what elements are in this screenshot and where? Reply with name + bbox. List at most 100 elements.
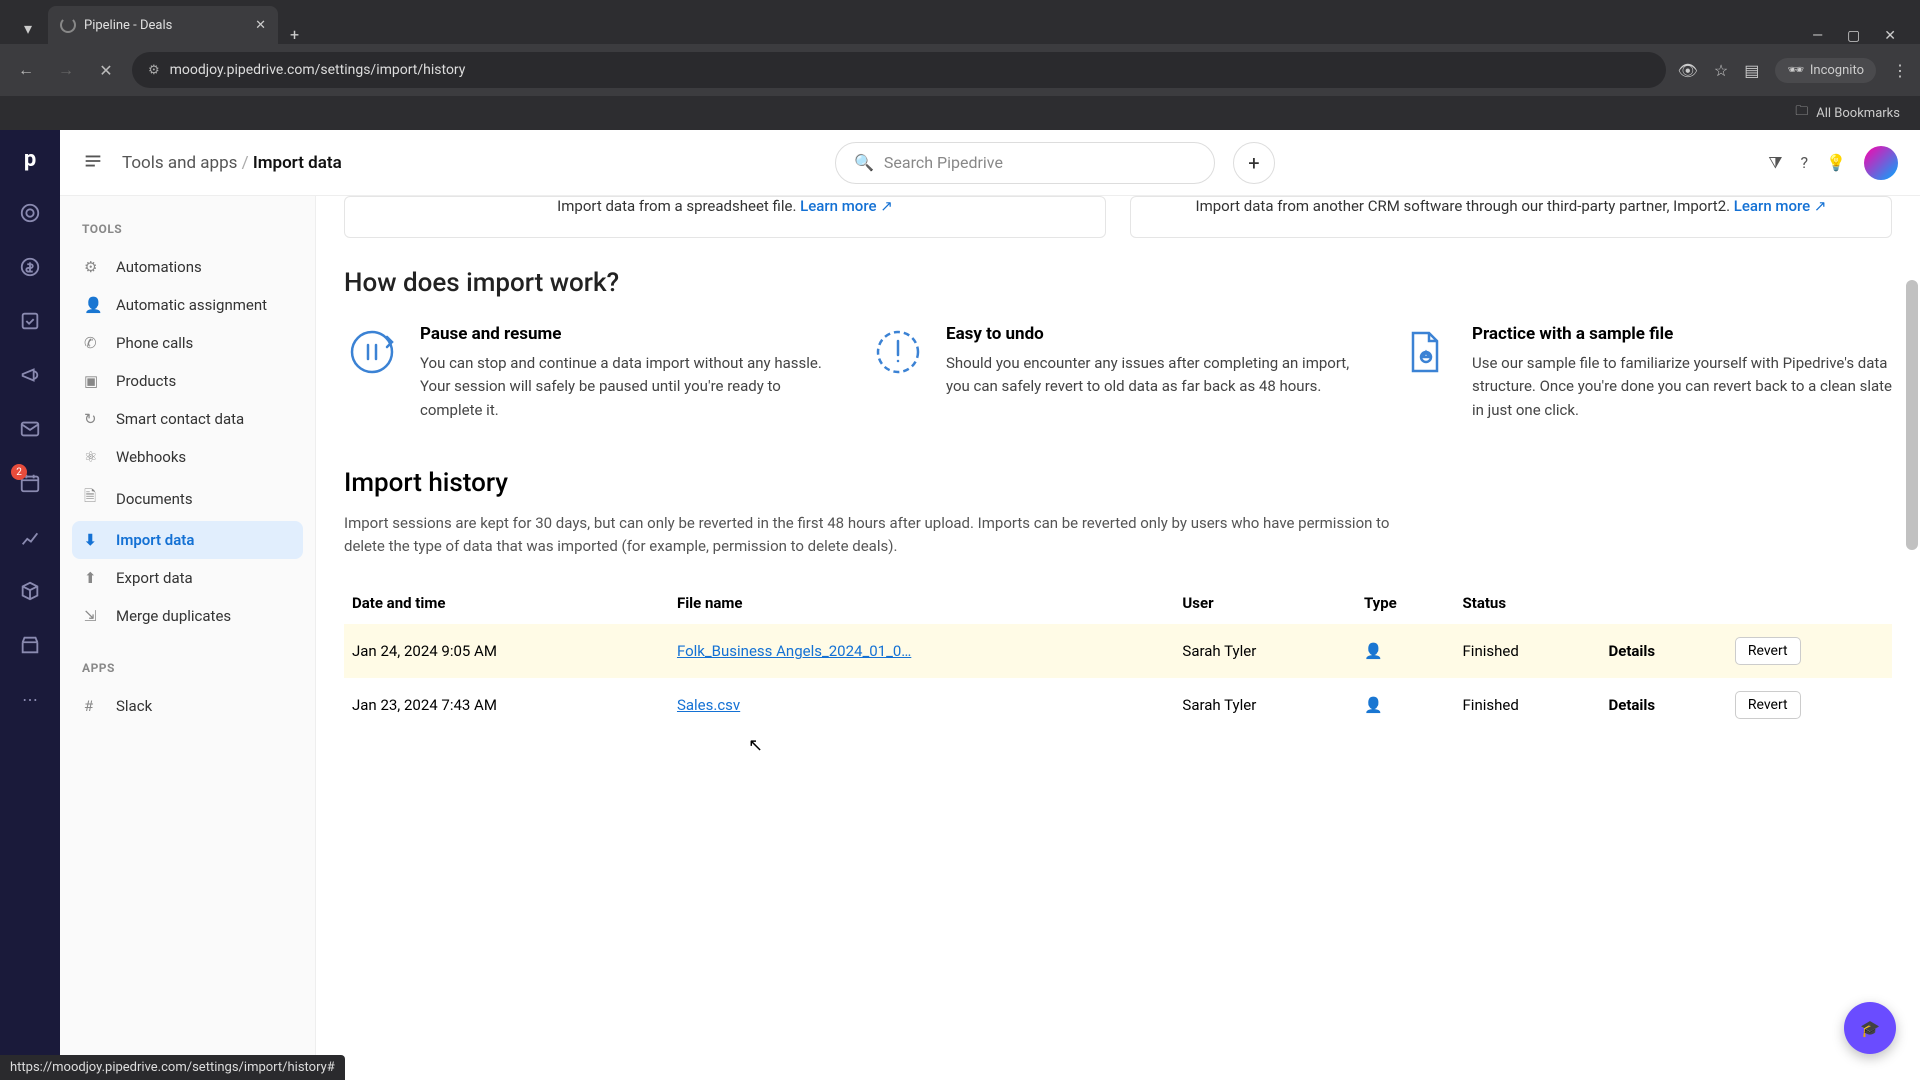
rail-dollar-icon[interactable] [15, 252, 45, 282]
extensions-icon[interactable]: ⧩ [1768, 153, 1782, 173]
refresh-icon: ↻ [84, 410, 104, 428]
document-icon: 🗎 [84, 486, 104, 511]
window-controls: — ▢ ✕ [1796, 28, 1912, 44]
history-description: Import sessions are kept for 30 days, bu… [344, 512, 1394, 559]
rail-calendar-icon[interactable]: 2 [15, 468, 45, 498]
menu-toggle-icon[interactable] [82, 150, 104, 176]
back-button[interactable]: ← [12, 56, 40, 84]
col-date: Date and time [344, 582, 669, 624]
sidebar-item-import-data[interactable]: ⬇Import data [72, 521, 303, 559]
type-person-icon: 👤 [1356, 678, 1455, 732]
help-fab[interactable]: 🎓 [1844, 1002, 1896, 1054]
stop-reload-button[interactable]: ✕ [92, 56, 120, 84]
rail-more-icon[interactable]: ⋯ [15, 684, 45, 714]
all-bookmarks-link[interactable]: All Bookmarks [1816, 106, 1900, 121]
browser-tab[interactable]: Pipeline - Deals ✕ [48, 6, 278, 44]
help-icon[interactable]: ? [1801, 153, 1809, 172]
phone-icon: ✆ [84, 334, 104, 352]
incognito-icon: 🕶 [1787, 63, 1804, 78]
nav-rail: p 2 ⋯ [0, 130, 60, 1080]
howto-heading: How does import work? [344, 268, 1892, 298]
assignment-icon: 👤 [84, 296, 104, 314]
incognito-chip[interactable]: 🕶 Incognito [1775, 58, 1876, 83]
breadcrumb: Tools and apps / Import data [122, 153, 342, 173]
close-window-icon[interactable]: ✕ [1884, 28, 1896, 44]
add-button[interactable]: + [1233, 142, 1275, 184]
spreadsheet-import-card: Import data from a spreadsheet file. Lea… [344, 196, 1106, 238]
browser-chrome: ▾ Pipeline - Deals ✕ + — ▢ ✕ ← → ✕ ⚙ moo… [0, 0, 1920, 130]
sidebar-item-webhooks[interactable]: ⚛Webhooks [72, 438, 303, 476]
table-row[interactable]: Jan 24, 2024 9:05 AM Folk_Business Angel… [344, 624, 1892, 678]
tab-bar: ▾ Pipeline - Deals ✕ + — ▢ ✕ [0, 0, 1920, 44]
details-link[interactable]: Details [1608, 696, 1655, 714]
scrollbar[interactable] [1906, 280, 1918, 550]
url-text: moodjoy.pipedrive.com/settings/import/hi… [170, 62, 466, 78]
minimize-icon[interactable]: — [1812, 28, 1823, 44]
logo[interactable]: p [15, 144, 45, 174]
table-row[interactable]: Jan 23, 2024 7:43 AM Sales.csv Sarah Tyl… [344, 678, 1892, 732]
undo-icon [870, 324, 926, 380]
learn-more-spreadsheet-link[interactable]: Learn more ↗ [800, 197, 893, 215]
rail-tasks-icon[interactable] [15, 306, 45, 336]
forward-button[interactable]: → [52, 56, 80, 84]
breadcrumb-parent[interactable]: Tools and apps [122, 153, 237, 173]
rail-marketplace-icon[interactable] [15, 630, 45, 660]
rail-target-icon[interactable] [15, 198, 45, 228]
file-icon [1396, 324, 1452, 380]
feature-undo: Easy to undoShould you encounter any iss… [870, 324, 1366, 422]
rail-campaigns-icon[interactable] [15, 360, 45, 390]
rail-products-icon[interactable] [15, 576, 45, 606]
download-icon: ⬇ [84, 531, 104, 549]
search-icon: 🔍 [854, 153, 874, 172]
rail-mail-icon[interactable] [15, 414, 45, 444]
col-file: File name [669, 582, 1174, 624]
tab-title: Pipeline - Deals [84, 18, 172, 33]
bulb-icon[interactable]: 💡 [1826, 153, 1846, 172]
app-root: p 2 ⋯ Tools and apps / Import data 🔍 Sea… [0, 130, 1920, 1080]
sidebar: TOOLS ⚙Automations 👤Automatic assignment… [60, 196, 316, 1080]
maximize-icon[interactable]: ▢ [1847, 28, 1860, 44]
sidebar-heading-apps: APPS [72, 655, 303, 687]
details-link[interactable]: Details [1608, 642, 1655, 660]
reader-icon[interactable]: ▤ [1744, 61, 1759, 80]
revert-button[interactable]: Revert [1735, 637, 1801, 665]
sidebar-item-documents[interactable]: 🗎Documents [72, 476, 303, 521]
address-bar: ← → ✕ ⚙ moodjoy.pipedrive.com/settings/i… [0, 44, 1920, 96]
sidebar-item-merge-duplicates[interactable]: ⇲Merge duplicates [72, 597, 303, 635]
search-input[interactable]: 🔍 Search Pipedrive [835, 142, 1215, 184]
sidebar-item-products[interactable]: ▣Products [72, 362, 303, 400]
rail-insights-icon[interactable] [15, 522, 45, 552]
sidebar-item-export-data[interactable]: ⬆Export data [72, 559, 303, 597]
main-content: Import data from a spreadsheet file. Lea… [316, 196, 1920, 1080]
feature-pause-resume: Pause and resumeYou can stop and continu… [344, 324, 840, 422]
history-heading: Import history [344, 468, 1892, 498]
sidebar-item-automatic-assignment[interactable]: 👤Automatic assignment [72, 286, 303, 324]
sidebar-item-automations[interactable]: ⚙Automations [72, 248, 303, 286]
visibility-off-icon[interactable]: 👁 [1678, 61, 1698, 80]
sidebar-item-smart-contact-data[interactable]: ↻Smart contact data [72, 400, 303, 438]
url-input[interactable]: ⚙ moodjoy.pipedrive.com/settings/import/… [132, 52, 1666, 88]
upload-icon: ⬆ [84, 569, 104, 587]
avatar[interactable] [1864, 146, 1898, 180]
sidebar-item-phone-calls[interactable]: ✆Phone calls [72, 324, 303, 362]
browser-menu-icon[interactable]: ⋮ [1892, 61, 1908, 80]
col-type: Type [1356, 582, 1455, 624]
file-link[interactable]: Folk_Business Angels_2024_01_0… [677, 642, 911, 660]
col-status: Status [1455, 582, 1601, 624]
tab-dropdown[interactable]: ▾ [12, 12, 44, 44]
loading-spinner-icon [60, 17, 76, 33]
pause-icon [344, 324, 400, 380]
products-icon: ▣ [84, 372, 104, 390]
file-link[interactable]: Sales.csv [677, 696, 740, 714]
close-tab-icon[interactable]: ✕ [255, 18, 266, 33]
revert-button[interactable]: Revert [1735, 691, 1801, 719]
slack-icon: # [84, 697, 104, 715]
col-user: User [1174, 582, 1356, 624]
site-settings-icon[interactable]: ⚙ [148, 63, 160, 78]
bookmark-star-icon[interactable]: ☆ [1714, 61, 1728, 80]
learn-more-crm-link[interactable]: Learn more ↗ [1734, 197, 1827, 215]
new-tab-button[interactable]: + [278, 25, 311, 44]
sidebar-item-slack[interactable]: #Slack [72, 687, 303, 725]
type-person-icon: 👤 [1356, 624, 1455, 678]
import-history-table: Date and time File name User Type Status… [344, 582, 1892, 732]
